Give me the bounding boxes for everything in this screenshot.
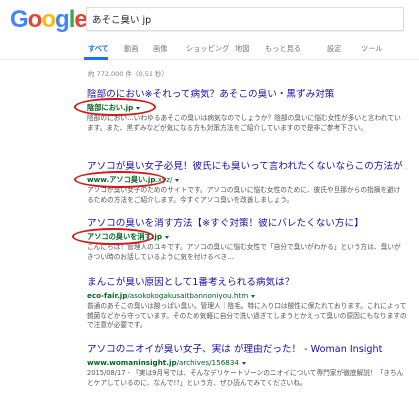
result-stats: 約 772,000 件（0.51 秒）	[88, 70, 169, 78]
result-url-line: 陰部におい.jp	[87, 103, 407, 113]
result-title[interactable]: 陰部のにおい※それって病気？あそこの臭い・黒ずみ対策	[87, 89, 407, 101]
logo-letter: G	[10, 6, 29, 33]
tab-images[interactable]: 画像	[153, 44, 167, 54]
result-snippet: 2015/08/17 - 『実は9月号では、そんなデリケートゾーンのニオイについ…	[87, 369, 404, 387]
result-title[interactable]: アソコが臭い女子必見！彼氏にも臭いって言われたくないならこの方法が …	[87, 161, 407, 173]
chevron-down-icon[interactable]	[251, 294, 256, 298]
result-title[interactable]: まんこが臭い原因として1番考えられる病気は？	[87, 277, 407, 289]
tab-videos[interactable]: 動画	[124, 44, 138, 54]
search-input[interactable]	[92, 8, 382, 30]
search-result: 陰部のにおい※それって病気？あそこの臭い・黒ずみ対策 陰部におい.jp 陰部のに…	[87, 89, 407, 133]
chevron-down-icon[interactable]	[165, 235, 170, 239]
chevron-down-icon[interactable]	[242, 361, 246, 365]
result-url-line: アソコの臭いを消す.jp	[87, 232, 407, 242]
result-snippet: 普通のあそこの臭いは酸っぱい臭い。管理人｜陰毛。特に入り口は酸性に保たれておりま…	[87, 302, 407, 329]
tab-tools[interactable]: ツール	[361, 44, 383, 54]
result-url: eco-fair.jp	[87, 291, 128, 300]
active-tab-indicator	[84, 57, 108, 60]
search-result: アソコの臭いを消す方法【※すぐ対策！彼にバレたくない方に】 アソコの臭いを消す.…	[87, 218, 407, 262]
result-title[interactable]: アソコのニオイが臭い女子、実は が理由だった！ - Woman Insight	[87, 344, 407, 356]
tab-settings[interactable]: 設定	[327, 44, 341, 54]
result-snippet: アソコが臭い女子のためのサイトです。アソコの臭いに悩む女性のために、彼氏や旦那か…	[87, 186, 401, 204]
search-result: アソコが臭い女子必見！彼氏にも臭いって言われたくないならこの方法が … www.…	[87, 161, 407, 205]
result-snippet: こんにちは！管理人のユキです。アソコの臭いに悩む女性で「自分で臭いがわかる」とい…	[87, 243, 401, 261]
result-url-line: www.womaninsight.jp /archives/156834	[87, 358, 407, 368]
header: Google	[0, 0, 419, 38]
result-url-line: www.アソコ臭い.jp .xyz/	[87, 175, 407, 185]
logo-letter: o	[41, 6, 56, 33]
search-result: アソコのニオイが臭い女子、実は が理由だった！ - Woman Insight …	[87, 344, 407, 388]
logo-letter: o	[27, 6, 43, 33]
result-url: www.womaninsight.jp	[87, 358, 177, 367]
result-url-suffix: /asokokogakusaitbannoniyou.htm	[127, 291, 249, 300]
search-tabs: すべて 動画 画像 ショッピング 地図 もっと見る 設定 ツール	[0, 40, 419, 60]
search-result: まんこが臭い原因として1番考えられる病気は？ eco-fair.jp /asok…	[87, 277, 407, 331]
logo-letter: g	[55, 6, 70, 33]
logo-letter: e	[74, 6, 87, 33]
google-logo[interactable]: Google	[10, 6, 88, 34]
result-url-suffix: /archives/156834	[176, 358, 239, 367]
result-url: www.アソコ臭い.jp	[87, 175, 156, 184]
result-title[interactable]: アソコの臭いを消す方法【※すぐ対策！彼にバレたくない方に】	[87, 218, 407, 230]
tab-all[interactable]: すべて	[88, 44, 109, 54]
chevron-down-icon[interactable]	[175, 178, 180, 182]
tab-shopping[interactable]: ショッピング	[186, 44, 229, 54]
result-snippet: 陰部のにおい…いわゆるあそこの臭いは病気なのでしょうか？陰部の臭いに悩む女性が多…	[87, 114, 401, 132]
result-url: アソコの臭いを消す.jp	[87, 232, 163, 241]
tab-more[interactable]: もっと見る	[265, 44, 301, 54]
result-url-suffix: .xyz/	[155, 175, 173, 184]
search-box	[86, 7, 404, 31]
chevron-down-icon[interactable]	[136, 106, 141, 110]
result-url-line: eco-fair.jp /asokokogakusaitbannoniyou.h…	[87, 291, 407, 301]
tab-maps[interactable]: 地図	[235, 44, 249, 54]
result-url: 陰部におい.jp	[87, 103, 134, 112]
